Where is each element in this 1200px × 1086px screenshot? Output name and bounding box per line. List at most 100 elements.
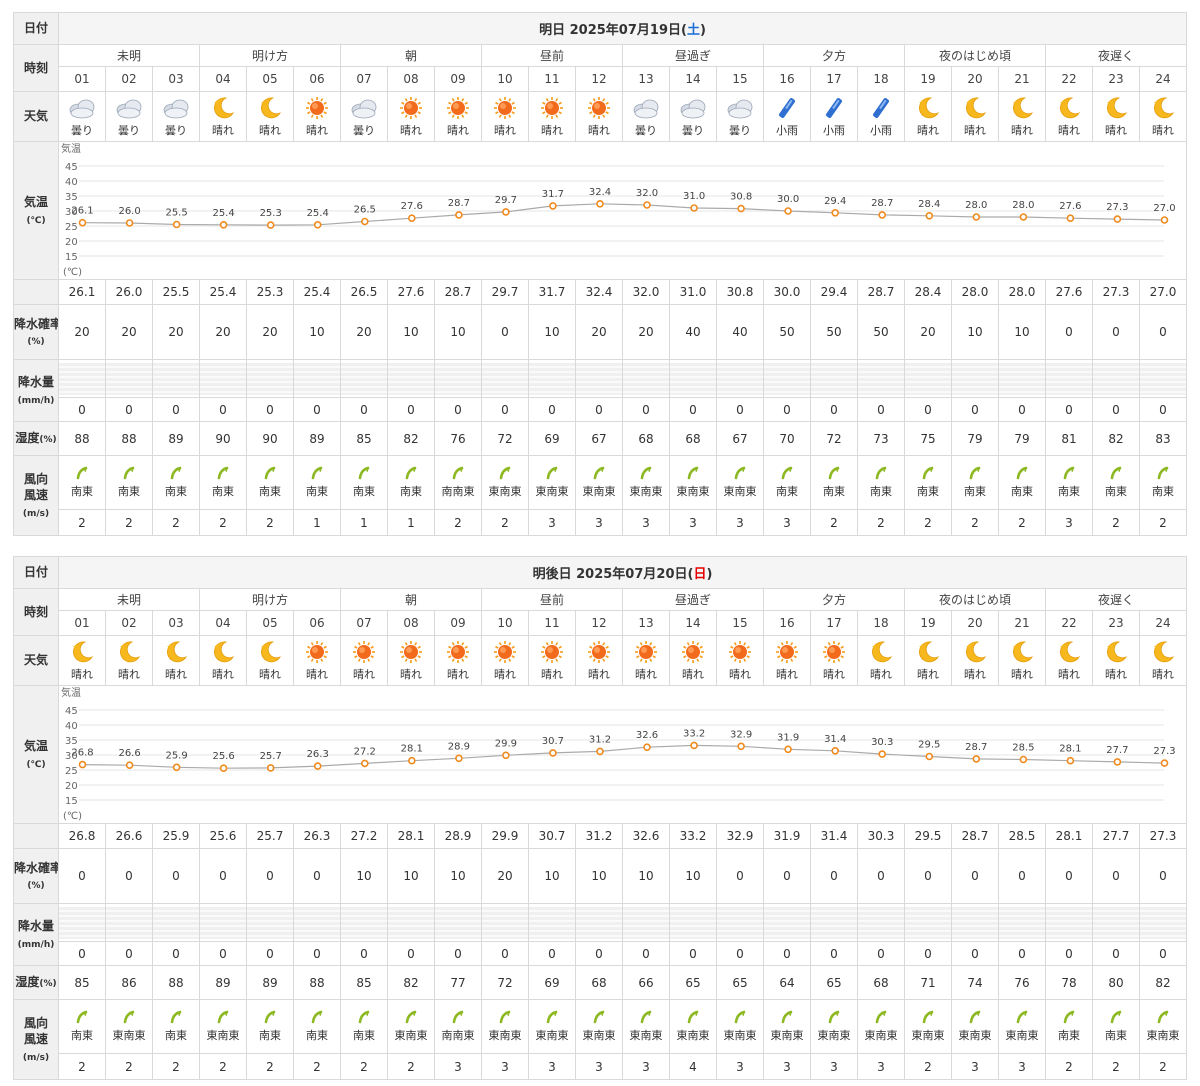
temperature-data-label: 28.0 xyxy=(1012,200,1034,211)
wind-arrow-icon xyxy=(765,466,810,480)
precip-bar xyxy=(340,359,388,398)
weather-cell: 晴れ xyxy=(199,91,247,142)
temp-value: 30.0 xyxy=(763,279,811,305)
temp-value: 30.3 xyxy=(857,823,905,849)
humidity-value: 65 xyxy=(669,965,717,1000)
wind-arrow-icon xyxy=(1094,466,1139,480)
sun-icon xyxy=(295,95,340,121)
hour-cell: 08 xyxy=(387,66,435,92)
wind-speed-value: 2 xyxy=(199,1053,247,1080)
moon-icon xyxy=(1094,639,1139,665)
wind-dir-cell: 南東 xyxy=(340,999,388,1054)
wind-arrow-icon xyxy=(718,466,763,480)
wind-arrow-icon xyxy=(60,466,105,480)
temp-value: 28.1 xyxy=(387,823,435,849)
sun-icon xyxy=(624,639,669,665)
cloudy-icon xyxy=(107,95,152,121)
date-label: 日付 xyxy=(13,12,59,45)
temp-value: 27.7 xyxy=(1092,823,1140,849)
precip-prob-value: 40 xyxy=(716,304,764,360)
temperature-data-label: 31.2 xyxy=(589,734,611,745)
temperature-point xyxy=(784,206,792,215)
weather-cell: 晴れ xyxy=(246,91,294,142)
temp-value: 25.4 xyxy=(199,279,247,305)
temperature-point xyxy=(266,220,275,229)
humidity-value: 65 xyxy=(716,965,764,1000)
temperature-point xyxy=(455,210,463,219)
temperature-data-label: 33.2 xyxy=(683,728,705,739)
moon-icon xyxy=(60,639,105,665)
wind-speed-value: 3 xyxy=(575,1053,623,1080)
wind-arrow-icon xyxy=(389,466,434,480)
hour-cell: 06 xyxy=(293,610,341,636)
wind-dir-cell: 東南東 xyxy=(481,999,529,1054)
sun-icon xyxy=(295,639,340,665)
precip-bar xyxy=(998,359,1046,398)
wind-dir-cell: 南東 xyxy=(1092,455,1140,510)
weather-cell: 晴れ xyxy=(246,635,294,686)
wind-dir-cell: 東南東 xyxy=(528,999,576,1054)
precip-bar xyxy=(575,903,623,942)
precip-amt-value: 0 xyxy=(58,397,106,422)
wind-dir-cell: 南東 xyxy=(340,455,388,510)
humidity-value: 82 xyxy=(1092,421,1140,456)
y-tick-label: 25 xyxy=(65,766,78,777)
cloudy-icon xyxy=(718,95,763,121)
precip-prob-value: 20 xyxy=(622,304,670,360)
temp-value: 28.7 xyxy=(434,279,482,305)
cloudy-icon xyxy=(671,95,716,121)
precip-amt-value: 0 xyxy=(904,941,952,966)
weather-cell: 晴れ xyxy=(152,635,200,686)
wind-speed-value: 2 xyxy=(246,1053,294,1080)
wind-dir-cell: 東南東 xyxy=(857,999,905,1054)
precip-amt-value: 0 xyxy=(340,941,388,966)
precip-amt-value: 0 xyxy=(575,397,623,422)
wind-arrow-icon xyxy=(1047,1010,1092,1024)
wind-arrow-icon xyxy=(906,466,951,480)
weather-cell: 晴れ xyxy=(340,635,388,686)
moon-icon xyxy=(1047,95,1092,121)
temp-value: 25.4 xyxy=(293,279,341,305)
temperature-data-label: 28.7 xyxy=(448,197,470,208)
precip-prob-value: 10 xyxy=(669,848,717,904)
wind-dir-cell: 東南東 xyxy=(951,999,999,1054)
temperature-data-label: 29.9 xyxy=(495,738,517,749)
temp-value: 26.6 xyxy=(105,823,153,849)
wind-speed-value: 3 xyxy=(763,1053,811,1080)
precip-bar xyxy=(904,903,952,942)
precip-prob-value: 10 xyxy=(575,848,623,904)
moon-icon xyxy=(201,639,246,665)
period-5: 夕方 xyxy=(763,44,905,67)
precip-prob-value: 0 xyxy=(716,848,764,904)
wind-dir-cell: 東南東 xyxy=(622,455,670,510)
period-2: 朝 xyxy=(340,44,482,67)
precip-prob-value: 40 xyxy=(669,304,717,360)
wind-arrow-icon xyxy=(201,466,246,480)
precip-prob-value: 20 xyxy=(58,304,106,360)
humidity-value: 82 xyxy=(1139,965,1187,1000)
temperature-point xyxy=(360,759,369,767)
precip-amt-label: 降水量 (mm/h) xyxy=(13,903,59,966)
precip-amt-value: 0 xyxy=(1045,941,1093,966)
forecast-day-tomorrow: 日付 明日 2025年07月19日(土) 時刻 未明 明け方朝昼前 昼過ぎ 夕方 夜のはじめ… xyxy=(13,12,1187,536)
wind-speed-value: 2 xyxy=(387,1053,435,1080)
hour-cell: 09 xyxy=(434,610,482,636)
temperature-point xyxy=(1019,755,1028,763)
humidity-value: 64 xyxy=(763,965,811,1000)
humidity-value: 73 xyxy=(857,421,905,456)
precip-prob-value: 20 xyxy=(904,304,952,360)
temperature-point xyxy=(172,763,181,771)
hour-cell: 11 xyxy=(528,66,576,92)
precip-amt-value: 0 xyxy=(1092,397,1140,422)
weather-cell: 晴れ xyxy=(1092,91,1140,142)
hour-cell: 15 xyxy=(716,66,764,92)
wind-dir-cell: 東南東 xyxy=(622,999,670,1054)
humidity-value: 89 xyxy=(199,965,247,1000)
moon-icon xyxy=(107,639,152,665)
moon-icon xyxy=(154,639,199,665)
weather-cell: 晴れ xyxy=(434,91,482,142)
temperature-data-label: 27.0 xyxy=(1153,203,1175,214)
sun-icon xyxy=(483,95,528,121)
humidity-value: 82 xyxy=(387,965,435,1000)
wind-speed-value: 3 xyxy=(528,509,576,536)
